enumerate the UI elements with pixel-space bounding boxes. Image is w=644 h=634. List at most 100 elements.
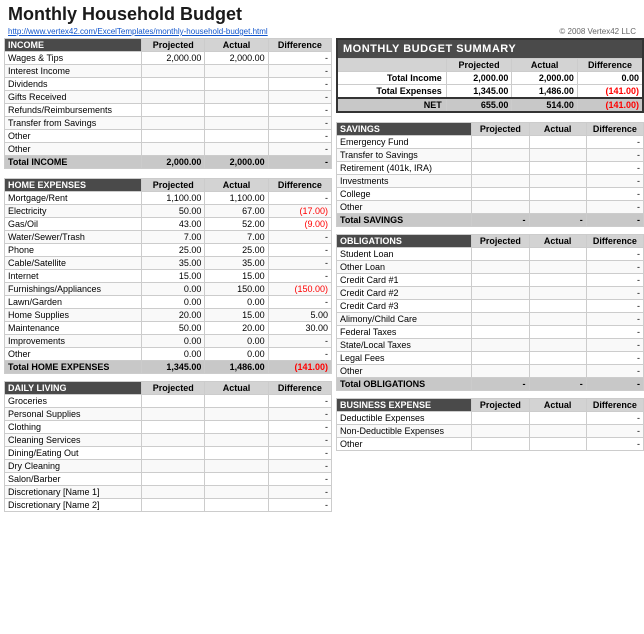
row-actual: 67.00 [205,205,268,218]
table-row: Refunds/Reimbursements - [5,104,332,117]
table-row: State/Local Taxes - [337,339,644,352]
obligations-section-header: OBLIGATIONS [337,235,472,248]
row-label: Refunds/Reimbursements [5,104,142,117]
table-row: Transfer to Savings - [337,149,644,162]
row-label: State/Local Taxes [337,339,472,352]
row-actual: 2,000.00 [205,52,268,65]
row-difference: - [268,52,331,65]
row-actual [529,149,586,162]
row-difference: - [586,425,643,438]
row-actual: 15.00 [205,270,268,283]
row-difference: - [268,104,331,117]
table-row: Retirement (401k, IRA) - [337,162,644,175]
summary-income-difference: 0.00 [577,72,643,85]
table-row: Other - [337,365,644,378]
website-link[interactable]: http://www.vertex42.com/ExcelTemplates/m… [8,27,268,36]
obligations-table: OBLIGATIONS Projected Actual Difference … [336,234,644,391]
business-table: BUSINESS EXPENSE Projected Actual Differ… [336,398,644,451]
table-row: Legal Fees - [337,352,644,365]
table-row: Clothing - [5,421,332,434]
row-projected [472,412,529,425]
row-projected [142,499,205,512]
savings-section-header: SAVINGS [337,123,472,136]
row-actual [529,300,586,313]
summary-title: MONTHLY BUDGET SUMMARY [337,39,643,59]
row-projected: 50.00 [142,205,205,218]
row-actual [529,313,586,326]
row-actual [529,412,586,425]
row-actual [529,352,586,365]
row-label: Other [5,143,142,156]
row-actual [205,447,268,460]
income-table: INCOME Projected Actual Difference Wages… [4,38,332,169]
row-label: Interest Income [5,65,142,78]
row-difference: - [268,270,331,283]
row-difference: (9.00) [268,218,331,231]
row-label: Discretionary [Name 1] [5,486,142,499]
table-row: Home Supplies 20.00 15.00 5.00 [5,309,332,322]
row-label: Other [5,348,142,361]
row-actual [205,130,268,143]
home-expenses-table: HOME EXPENSES Projected Actual Differenc… [4,178,332,374]
row-difference: - [268,192,331,205]
summary-income-actual: 2,000.00 [512,72,578,85]
summary-difference-header: Difference [577,59,643,72]
obligations-total-actual: - [529,378,586,391]
summary-expenses-label: Total Expenses [337,85,446,99]
business-actual-header: Actual [529,399,586,412]
table-row: Other 0.00 0.00 - [5,348,332,361]
savings-total-projected: - [472,214,529,227]
row-label: Personal Supplies [5,408,142,421]
row-projected [472,339,529,352]
row-actual [205,91,268,104]
table-row: Other - [5,143,332,156]
row-projected: 0.00 [142,348,205,361]
table-row: Cable/Satellite 35.00 35.00 - [5,257,332,270]
savings-difference-header: Difference [586,123,643,136]
row-difference: - [268,473,331,486]
row-actual: 1,100.00 [205,192,268,205]
row-difference: - [586,438,643,451]
row-label: Home Supplies [5,309,142,322]
row-projected [142,91,205,104]
row-actual: 20.00 [205,322,268,335]
table-row: Personal Supplies - [5,408,332,421]
row-label: Salon/Barber [5,473,142,486]
summary-table: MONTHLY BUDGET SUMMARY Projected Actual … [336,38,644,113]
row-difference: - [586,188,643,201]
row-label: Investments [337,175,472,188]
row-projected [472,261,529,274]
row-difference: - [268,434,331,447]
row-projected: 50.00 [142,322,205,335]
summary-expenses-difference: (141.00) [577,85,643,99]
row-label: Legal Fees [337,352,472,365]
table-row: Dining/Eating Out - [5,447,332,460]
row-projected [142,473,205,486]
row-label: Discretionary [Name 2] [5,499,142,512]
row-actual [529,188,586,201]
summary-expenses-projected: 1,345.00 [446,85,512,99]
row-label: Improvements [5,335,142,348]
summary-expenses-row: Total Expenses 1,345.00 1,486.00 (141.00… [337,85,643,99]
table-row: Student Loan - [337,248,644,261]
row-projected [142,143,205,156]
row-actual [529,287,586,300]
row-projected: 7.00 [142,231,205,244]
row-actual: 52.00 [205,218,268,231]
row-difference: (17.00) [268,205,331,218]
row-label: Mortgage/Rent [5,192,142,205]
home-projected-header: Projected [142,179,205,192]
row-actual: 25.00 [205,244,268,257]
row-projected [142,421,205,434]
row-label: Non-Deductible Expenses [337,425,472,438]
row-projected [472,287,529,300]
row-label: Other [337,438,472,451]
savings-actual-header: Actual [529,123,586,136]
savings-table: SAVINGS Projected Actual Difference Emer… [336,122,644,227]
home-total-difference: (141.00) [268,361,331,374]
row-difference: - [586,175,643,188]
row-actual [529,339,586,352]
row-projected [142,65,205,78]
table-row: Lawn/Garden 0.00 0.00 - [5,296,332,309]
row-actual [205,499,268,512]
